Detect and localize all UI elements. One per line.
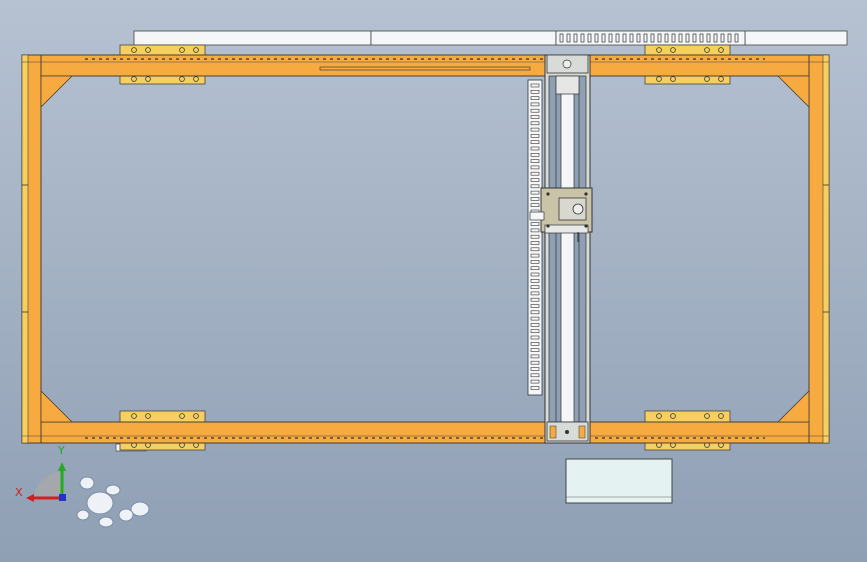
vertical-cable-chain <box>527 79 543 396</box>
gantry-top-view-drawing <box>0 0 867 562</box>
gantry-beam <box>544 54 591 444</box>
y-axis-label: Y <box>58 444 65 457</box>
x-axis-label: X <box>15 486 23 499</box>
cad-viewport[interactable]: X Y <box>0 0 867 562</box>
top-cable-rail <box>133 30 848 46</box>
control-box <box>565 458 673 504</box>
